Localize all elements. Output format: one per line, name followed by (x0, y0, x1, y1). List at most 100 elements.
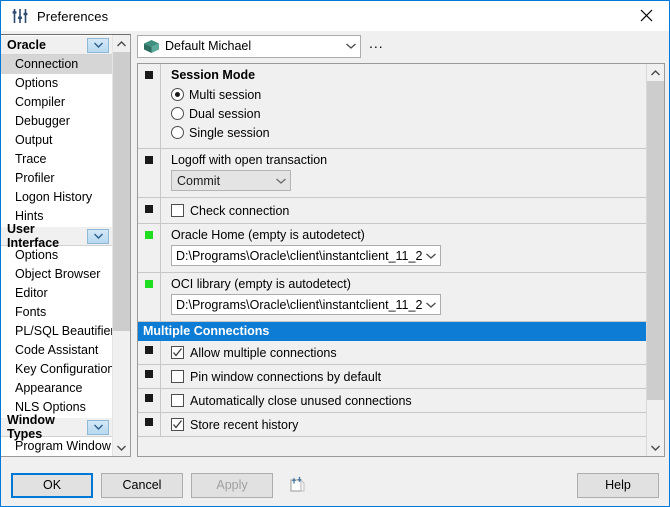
checkbox-icon[interactable] (171, 370, 184, 383)
sidebar-item-compiler[interactable]: Compiler (1, 93, 112, 112)
sidebar-scroll-track[interactable] (113, 52, 130, 439)
radio-icon[interactable] (171, 88, 184, 101)
sidebar-group-user-interface[interactable]: User Interface (1, 226, 112, 246)
scroll-down-icon[interactable] (113, 439, 130, 456)
option-group-allow-multiple: Allow multiple connections (138, 341, 646, 365)
close-icon[interactable] (623, 1, 669, 30)
sidebar-list[interactable]: Oracle Connection Options Compiler Debug… (1, 35, 112, 456)
sidebar-group-window-types[interactable]: Window Types (1, 417, 112, 437)
option-marker-icon (145, 71, 153, 79)
options-list: Session Mode Multi session Dual session (138, 64, 646, 456)
marker-col (138, 64, 160, 148)
logoff-value: Commit (172, 174, 272, 188)
sidebar-item-plsql-beautifier[interactable]: PL/SQL Beautifier (1, 322, 112, 341)
marker-col (138, 413, 160, 436)
profile-more-button[interactable]: ... (369, 38, 384, 54)
logoff-select[interactable]: Commit (171, 170, 291, 191)
profile-select[interactable]: Default Michael (137, 35, 361, 58)
radio-icon[interactable] (171, 107, 184, 120)
checkbox-auto-close-unused-connections[interactable]: Automatically close unused connections (171, 391, 646, 410)
ok-button[interactable]: OK (11, 473, 93, 498)
sidebar-item-logon-history[interactable]: Logon History (1, 188, 112, 207)
sidebar-item-key-configuration[interactable]: Key Configuration (1, 360, 112, 379)
sidebar-item-options[interactable]: Options (1, 74, 112, 93)
oracle-home-input[interactable]: D:\Programs\Oracle\client\instantclient_… (171, 245, 441, 266)
radio-dual-session[interactable]: Dual session (171, 104, 646, 123)
option-group-auto-close: Automatically close unused connections (138, 389, 646, 413)
sidebar-group-oracle[interactable]: Oracle (1, 35, 112, 55)
help-button[interactable]: Help (577, 473, 659, 498)
sidebar-item-appearance[interactable]: Appearance (1, 379, 112, 398)
marker-col (138, 273, 160, 321)
oci-library-input[interactable]: D:\Programs\Oracle\client\instantclient_… (171, 294, 441, 315)
option-group-oci-library: OCI library (empty is autodetect) D:\Pro… (138, 273, 646, 322)
checkbox-store-recent-history[interactable]: Store recent history (171, 415, 646, 434)
radio-label: Multi session (189, 88, 261, 102)
sliders-icon (10, 6, 30, 26)
oracle-home-value: D:\Programs\Oracle\client\instantclient_… (172, 249, 422, 263)
import-export-icon[interactable] (285, 473, 311, 497)
option-body: Check connection (160, 198, 646, 223)
radio-icon[interactable] (171, 126, 184, 139)
checkbox-icon[interactable] (171, 394, 184, 407)
checkbox-check-connection[interactable]: Check connection (171, 201, 646, 220)
cancel-button[interactable]: Cancel (101, 473, 183, 498)
apply-button: Apply (191, 473, 273, 498)
option-group-check-connection: Check connection (138, 198, 646, 224)
checkbox-icon[interactable] (171, 418, 184, 431)
chevron-down-icon[interactable] (87, 229, 109, 244)
sidebar-item-trace[interactable]: Trace (1, 150, 112, 169)
logoff-label: Logoff with open transaction (171, 153, 646, 167)
title-bar: Preferences (1, 1, 669, 31)
scroll-up-icon[interactable] (647, 64, 664, 81)
option-body: Oracle Home (empty is autodetect) D:\Pro… (160, 224, 646, 272)
scroll-up-icon[interactable] (113, 35, 130, 52)
checkbox-icon[interactable] (171, 204, 184, 217)
radio-label: Single session (189, 126, 270, 140)
sidebar-item-connection[interactable]: Connection (1, 55, 112, 74)
checkbox-label: Pin window connections by default (190, 370, 381, 384)
checkbox-icon[interactable] (171, 346, 184, 359)
window-title: Preferences (37, 9, 108, 24)
sidebar-scroll-thumb[interactable] (113, 52, 130, 331)
preferences-dialog: Preferences Oracle Connection Options (0, 0, 670, 507)
sidebar-item-code-assistant[interactable]: Code Assistant (1, 341, 112, 360)
oracle-home-label: Oracle Home (empty is autodetect) (171, 228, 646, 242)
session-mode-title: Session Mode (171, 68, 646, 82)
marker-col (138, 149, 160, 197)
marker-col (138, 365, 160, 388)
option-marker-icon (145, 394, 153, 402)
option-body: OCI library (empty is autodetect) D:\Pro… (160, 273, 646, 321)
sidebar-scrollbar[interactable] (112, 35, 130, 456)
sidebar-item-object-browser[interactable]: Object Browser (1, 265, 112, 284)
sidebar-item-fonts[interactable]: Fonts (1, 303, 112, 322)
checkbox-pin-window-connections[interactable]: Pin window connections by default (171, 367, 646, 386)
dialog-body: Oracle Connection Options Compiler Debug… (1, 31, 669, 464)
chevron-down-icon[interactable] (87, 38, 109, 53)
sidebar-item-profiler[interactable]: Profiler (1, 169, 112, 188)
checkbox-label: Store recent history (190, 418, 298, 432)
options-scroll-thumb[interactable] (647, 81, 664, 400)
options-scroll-track[interactable] (647, 81, 664, 439)
marker-col (138, 224, 160, 272)
option-body: Pin window connections by default (160, 365, 646, 388)
sidebar-item-editor[interactable]: Editor (1, 284, 112, 303)
chevron-down-icon[interactable] (342, 43, 360, 49)
option-marker-icon (145, 418, 153, 426)
package-icon (142, 38, 160, 54)
sidebar-group-label: Oracle (7, 38, 87, 52)
option-body: Automatically close unused connections (160, 389, 646, 412)
option-marker-icon (145, 370, 153, 378)
sidebar-item-debugger[interactable]: Debugger (1, 112, 112, 131)
options-scrollbar[interactable] (646, 64, 664, 456)
option-group-pin-window: Pin window connections by default (138, 365, 646, 389)
scroll-down-icon[interactable] (647, 439, 664, 456)
sidebar-item-output[interactable]: Output (1, 131, 112, 150)
radio-single-session[interactable]: Single session (171, 123, 646, 142)
radio-multi-session[interactable]: Multi session (171, 85, 646, 104)
chevron-down-icon[interactable] (422, 253, 440, 259)
chevron-down-icon[interactable] (87, 420, 109, 435)
checkbox-allow-multiple-connections[interactable]: Allow multiple connections (171, 343, 646, 362)
chevron-down-icon[interactable] (422, 302, 440, 308)
chevron-down-icon[interactable] (272, 178, 290, 184)
